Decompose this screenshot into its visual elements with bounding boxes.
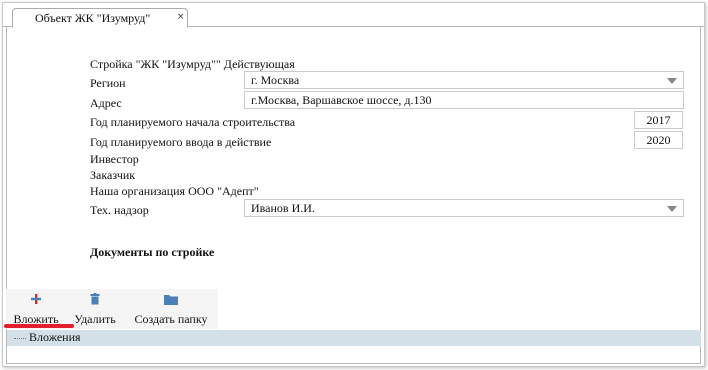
address-label: Адрес	[90, 96, 122, 110]
commission-year-label: Год планируемого ввода в действие	[90, 135, 272, 149]
start-year-label: Год планируемого начала строительства	[90, 115, 296, 129]
supervision-select[interactable]: Иванов И.И.	[244, 199, 684, 217]
our-org-label: Наша организация ООО "Адепт"	[90, 184, 259, 198]
attachments-tree-row[interactable]	[7, 330, 701, 346]
address-value: г.Москва, Варшавское шоссе, д.130	[251, 93, 432, 107]
start-year-value: 2017	[646, 113, 671, 127]
region-value: г. Москва	[251, 73, 300, 87]
trash-icon	[90, 293, 101, 309]
chevron-down-icon[interactable]	[667, 206, 677, 212]
region-label: Регион	[90, 76, 126, 90]
supervision-value: Иванов И.И.	[251, 201, 315, 215]
supervision-label: Тех. надзор	[90, 203, 149, 217]
tab-title: Объект ЖК "Изумруд"	[35, 11, 151, 25]
chevron-down-icon[interactable]	[667, 78, 677, 84]
commission-year-value: 2020	[646, 133, 671, 147]
attach-button[interactable]: Вложить	[6, 289, 66, 329]
delete-button[interactable]: Удалить	[66, 289, 124, 329]
create-folder-button[interactable]: Создать папку	[124, 289, 218, 329]
tab-strip: Объект ЖК "Изумруд" ×	[3, 3, 704, 28]
customer-label: Заказчик	[90, 168, 136, 182]
start-year-field[interactable]: 2017	[634, 111, 683, 129]
tab-object[interactable]: Объект ЖК "Изумруд" ×	[12, 8, 188, 28]
delete-label: Удалить	[74, 312, 116, 326]
address-field[interactable]: г.Москва, Варшавское шоссе, д.130	[244, 91, 684, 109]
object-header: Стройка "ЖК "Изумруд"" Действующая	[90, 57, 295, 71]
documents-title: Документы по стройке	[90, 245, 215, 259]
create-folder-label: Создать папку	[134, 312, 208, 326]
region-select[interactable]: г. Москва	[244, 71, 684, 89]
documents-toolbar: Вложить Удалить Создать папку	[6, 289, 218, 329]
plus-icon	[30, 293, 42, 309]
commission-year-field[interactable]: 2020	[634, 131, 683, 149]
investor-label: Инвестор	[90, 152, 139, 166]
tree-connector	[14, 333, 26, 339]
attachments-tree-label[interactable]: Вложения	[29, 330, 81, 345]
attach-highlight-underline	[4, 324, 74, 328]
tab-close-icon[interactable]: ×	[177, 12, 185, 22]
folder-icon	[164, 293, 178, 309]
